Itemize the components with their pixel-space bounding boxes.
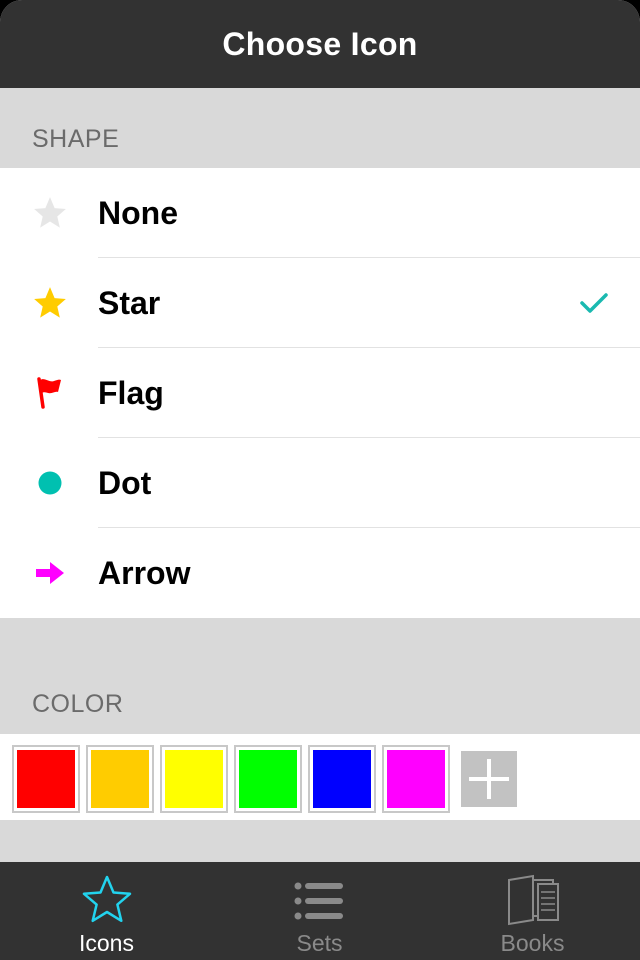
shape-label: None: [98, 194, 178, 231]
tab-bar: Icons Sets Books: [0, 862, 640, 960]
color-swatch-blue[interactable]: [308, 745, 376, 813]
shape-row-none[interactable]: None: [0, 168, 640, 258]
color-picker: [0, 734, 640, 820]
section-header-color: COLOR: [32, 690, 124, 718]
shape-list: None Star Flag Dot Arrow: [0, 168, 640, 618]
page-title: Choose Icon: [222, 25, 418, 62]
shape-row-flag[interactable]: Flag: [0, 348, 640, 438]
tab-label: Books: [500, 930, 565, 956]
color-swatch-magenta[interactable]: [382, 745, 450, 813]
shape-label: Star: [98, 284, 161, 321]
section-header-shape: SHAPE: [32, 125, 120, 153]
shape-row-star[interactable]: Star: [0, 258, 640, 348]
color-swatch-green[interactable]: [234, 745, 302, 813]
flag-icon: [30, 373, 70, 413]
swatch-fill: [239, 750, 297, 808]
color-swatch-red[interactable]: [12, 745, 80, 813]
tab-icons[interactable]: Icons: [0, 862, 213, 960]
shape-row-dot[interactable]: Dot: [0, 438, 640, 528]
list-icon: [292, 874, 348, 926]
color-swatch-yellow[interactable]: [160, 745, 228, 813]
tab-books[interactable]: Books: [426, 862, 639, 960]
shape-label: Flag: [98, 374, 164, 411]
swatch-fill: [91, 750, 149, 808]
screen: Choose Icon SHAPE None Star Flag Dot Arr…: [0, 0, 640, 960]
tab-label: Sets: [296, 930, 343, 956]
swatch-fill: [17, 750, 75, 808]
shape-label: Arrow: [98, 554, 191, 591]
checkmark-icon: [578, 287, 610, 319]
swatch-fill: [313, 750, 371, 808]
tab-sets[interactable]: Sets: [213, 862, 426, 960]
swatch-fill: [165, 750, 223, 808]
dot-icon: [30, 463, 70, 503]
shape-row-arrow[interactable]: Arrow: [0, 528, 640, 618]
color-swatch-orange[interactable]: [86, 745, 154, 813]
star-outline-icon: [79, 874, 135, 926]
star-icon: [30, 283, 70, 323]
swatch-fill: [387, 750, 445, 808]
tab-label: Icons: [79, 930, 134, 956]
shape-label: Dot: [98, 464, 152, 501]
arrow-right-icon: [30, 553, 70, 593]
navigation-bar: Choose Icon: [0, 0, 640, 88]
books-icon: [505, 874, 561, 926]
add-color-button[interactable]: [461, 751, 517, 807]
star-outline-icon: [30, 193, 70, 233]
